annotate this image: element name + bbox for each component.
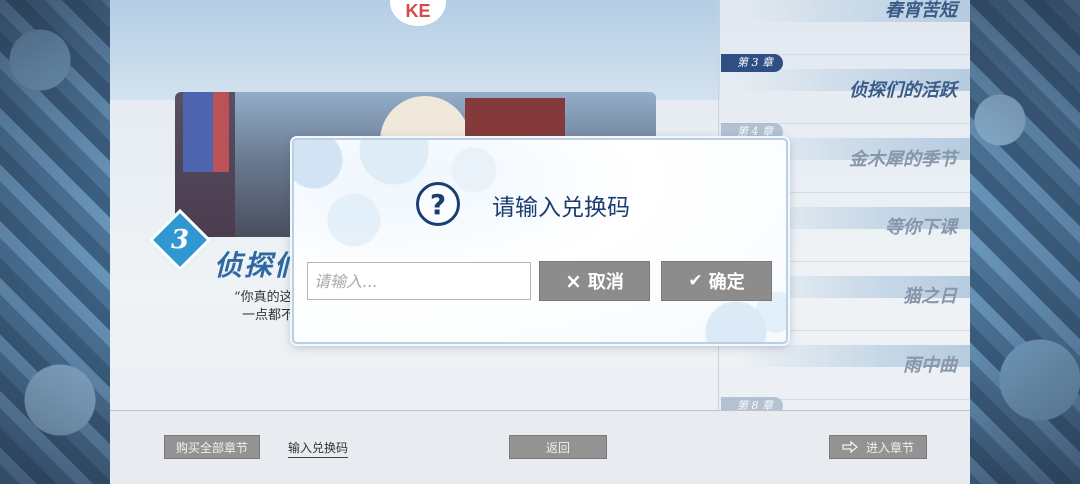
confirm-label: 确定 — [708, 272, 745, 293]
checkmark-icon: ✔ — [688, 271, 703, 291]
dialog-title: 请输入兑换码 — [492, 195, 630, 221]
cancel-button[interactable]: × 取消 — [539, 261, 650, 301]
cancel-label: 取消 — [587, 272, 624, 293]
close-icon: × — [565, 269, 582, 293]
redeem-code-input[interactable] — [307, 262, 531, 300]
redeem-code-dialog: ? 请输入兑换码 × 取消 ✔ 确定 — [292, 138, 788, 344]
question-circle-icon: ? — [416, 182, 460, 226]
confirm-button[interactable]: ✔ 确定 — [661, 261, 772, 301]
